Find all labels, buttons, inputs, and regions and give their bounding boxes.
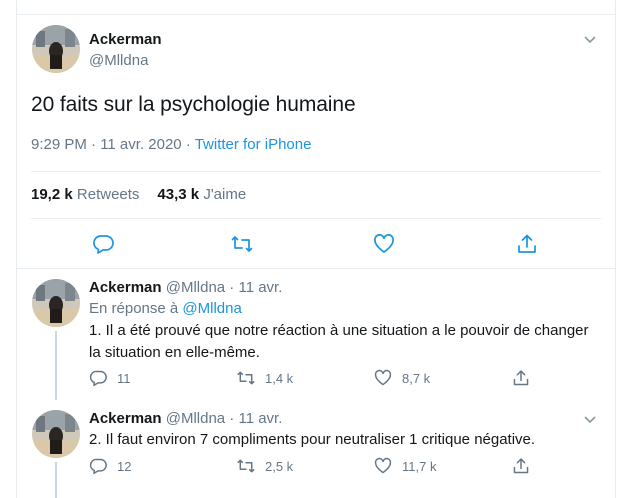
chevron-down-icon[interactable] — [582, 413, 598, 425]
thread-line — [55, 462, 57, 498]
like-icon — [374, 369, 392, 386]
reply-text: 1. Il a été prouvé que notre réaction à … — [89, 322, 589, 361]
reply-tweet[interactable]: Ackerman @Mlldna · 11 avr. En réponse à … — [16, 269, 616, 400]
reply-icon[interactable] — [92, 233, 114, 255]
author-handle[interactable]: @Mlldna — [89, 52, 148, 69]
tweet-stats: 19,2 k Retweets 43,3 k J'aime — [31, 186, 246, 203]
reply-header: Ackerman @Mlldna · 11 avr. — [89, 279, 282, 296]
thread-line — [55, 331, 57, 400]
reply-actions: 11 1,4 k 8,7 k — [89, 368, 549, 388]
avatar[interactable] — [32, 279, 80, 327]
share-icon — [513, 458, 529, 474]
author-name[interactable]: Ackerman — [89, 279, 162, 296]
share-icon[interactable] — [516, 233, 538, 255]
divider — [31, 218, 601, 219]
retweets-label: Retweets — [76, 186, 140, 203]
main-tweet: Ackerman @Mlldna 20 faits sur la psychol… — [16, 15, 616, 269]
divider — [31, 171, 601, 172]
tweet-time[interactable]: 9:29 PM · 11 avr. 2020 · — [31, 136, 195, 153]
author-name[interactable]: Ackerman — [89, 31, 162, 48]
likes-label: J'aime — [203, 186, 247, 203]
like-button[interactable]: 8,7 k — [374, 368, 430, 388]
reply-button[interactable]: 12 — [89, 456, 131, 476]
reply-actions: 12 2,5 k 11,7 k — [89, 456, 549, 476]
share-button[interactable] — [512, 368, 530, 388]
mention-link[interactable]: @Mlldna — [182, 300, 241, 317]
author-meta[interactable]: @Mlldna · 11 avr. — [166, 410, 283, 427]
reply-count: 12 — [117, 458, 132, 474]
retweet-button[interactable]: 1,4 k — [237, 368, 293, 388]
in-reply-prefix: En réponse à — [89, 300, 183, 317]
reply-icon — [89, 458, 107, 475]
like-icon — [374, 457, 392, 474]
avatar[interactable] — [32, 410, 80, 458]
reply-button[interactable]: 11 — [89, 368, 131, 388]
tweet-source-link[interactable]: Twitter for iPhone — [195, 136, 312, 153]
tweet-text: 20 faits sur la psychologie humaine — [31, 93, 356, 116]
author-name[interactable]: Ackerman — [89, 410, 162, 427]
retweets-count: 19,2 k — [31, 186, 73, 203]
likes-stat[interactable]: 43,3 k J'aime — [157, 186, 246, 203]
like-count: 8,7 k — [402, 370, 431, 386]
like-icon[interactable] — [373, 233, 395, 255]
like-button[interactable]: 11,7 k — [374, 456, 436, 476]
likes-count: 43,3 k — [157, 186, 200, 203]
retweet-button[interactable]: 2,5 k — [237, 456, 293, 476]
reply-count: 11 — [117, 370, 131, 386]
retweet-count: 1,4 k — [265, 370, 294, 386]
share-button[interactable] — [512, 456, 530, 476]
reply-text: 2. Il faut environ 7 compliments pour ne… — [89, 431, 536, 448]
author-meta[interactable]: @Mlldna · 11 avr. — [166, 279, 283, 296]
retweets-stat[interactable]: 19,2 k Retweets — [31, 186, 139, 203]
share-icon — [513, 370, 529, 386]
in-reply-to: En réponse à @Mlldna — [89, 300, 242, 317]
reply-header: Ackerman @Mlldna · 11 avr. — [89, 410, 282, 427]
avatar[interactable] — [32, 25, 80, 73]
chevron-down-icon[interactable] — [582, 33, 598, 45]
retweet-icon — [237, 459, 255, 473]
reply-icon — [89, 370, 107, 387]
retweet-count: 2,5 k — [265, 458, 294, 474]
tweet-timestamp: 9:29 PM · 11 avr. 2020 · Twitter for iPh… — [31, 136, 311, 153]
reply-tweet[interactable]: Ackerman @Mlldna · 11 avr. 2. Il faut en… — [16, 400, 616, 498]
retweet-icon[interactable] — [231, 233, 253, 255]
retweet-icon — [237, 371, 255, 385]
like-count: 11,7 k — [402, 458, 437, 474]
